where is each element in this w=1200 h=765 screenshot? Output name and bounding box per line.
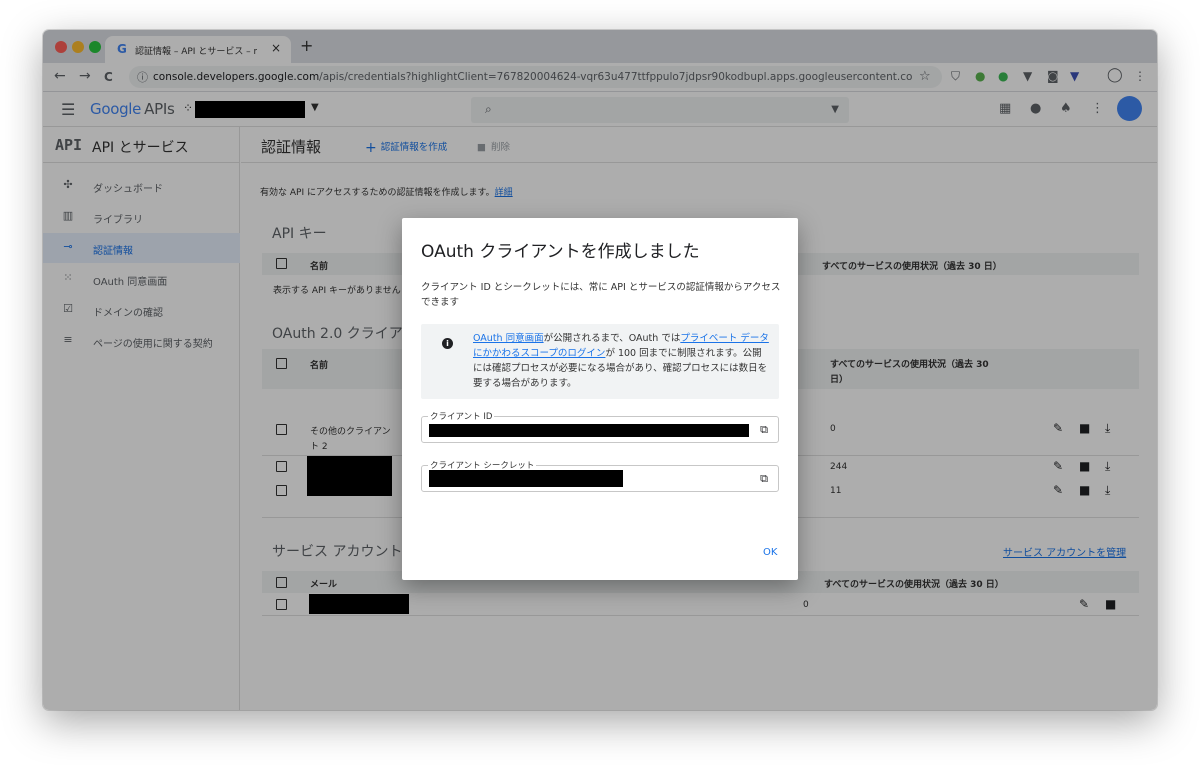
dialog-description: クライアント ID とシークレットには、常に API とサービスの認証情報からア… xyxy=(421,282,781,308)
ok-button[interactable]: OK xyxy=(763,547,777,558)
client-id-value-redacted[interactable] xyxy=(429,424,749,437)
copy-icon[interactable]: ⧉ xyxy=(760,423,768,437)
copy-icon[interactable]: ⧉ xyxy=(760,472,768,486)
oauth-consent-link[interactable]: OAuth 同意画面 xyxy=(473,333,544,344)
browser-window: G 認証情報 – API とサービス – my-h × + ← → C ⓘ co… xyxy=(43,30,1157,710)
client-secret-value-redacted[interactable] xyxy=(429,470,623,487)
dialog-info-note: i OAuth 同意画面が公開されるまで、OAuth ではプライベート データに… xyxy=(421,324,779,399)
client-secret-field[interactable]: クライアント シークレット ⧉ xyxy=(421,459,779,492)
note-text: OAuth 同意画面が公開されるまで、OAuth ではプライベート データにかか… xyxy=(473,331,769,391)
client-id-field[interactable]: クライアント ID ⧉ xyxy=(421,410,779,443)
oauth-client-created-dialog: OAuth クライアントを作成しました クライアント ID とシークレットには、… xyxy=(402,218,798,580)
dialog-title: OAuth クライアントを作成しました xyxy=(421,242,700,262)
client-id-label: クライアント ID xyxy=(428,410,495,422)
note-text-part1: が公開されるまで、OAuth では xyxy=(543,333,681,344)
info-icon: i xyxy=(442,338,453,349)
